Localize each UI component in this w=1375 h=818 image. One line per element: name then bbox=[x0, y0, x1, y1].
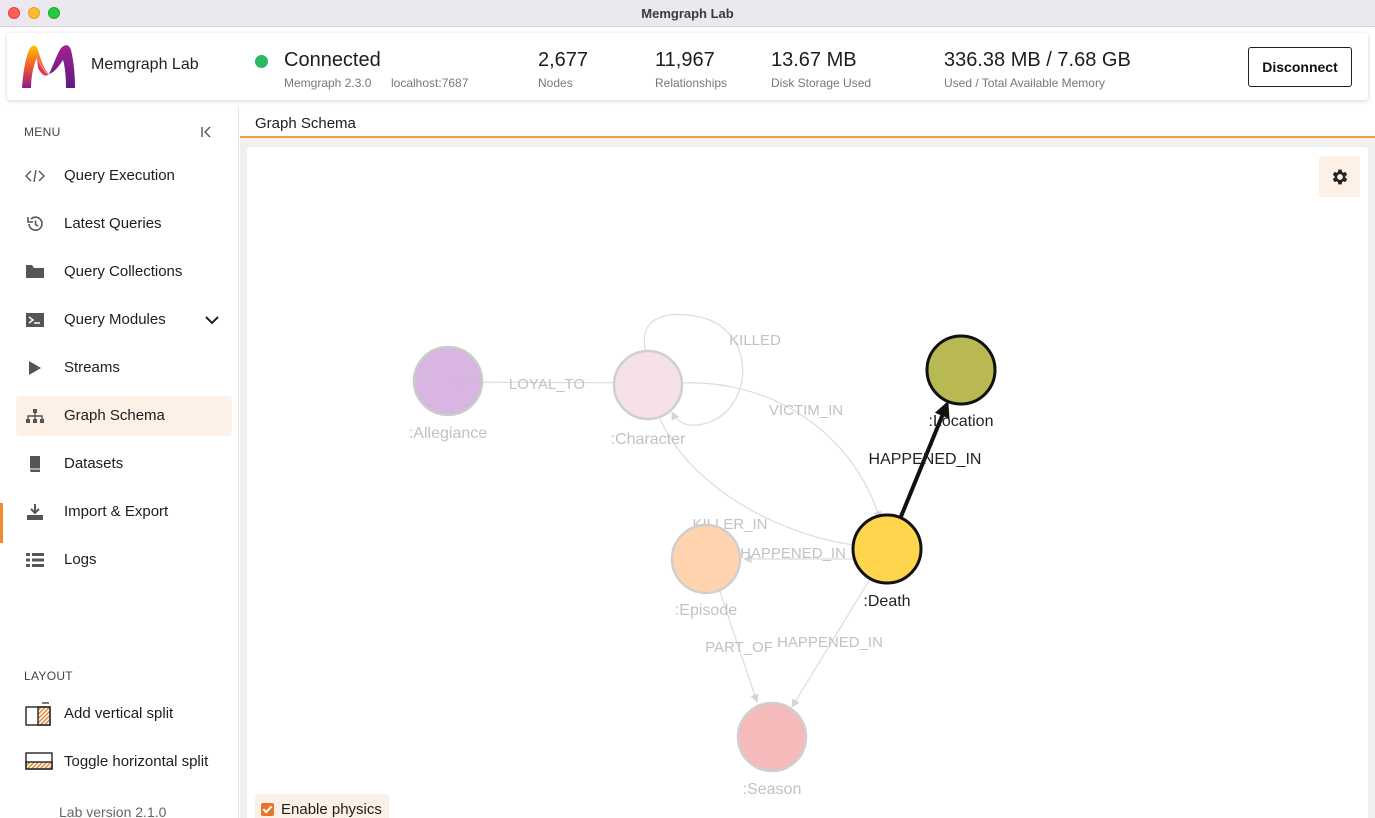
node-location[interactable]: :Location bbox=[925, 334, 997, 430]
node-label: :Location bbox=[929, 413, 994, 430]
node-label: :Season bbox=[743, 781, 802, 798]
main-area: Graph Schema LOYAL_TO KILLED VICTIM_IN K… bbox=[240, 107, 1375, 818]
memgraph-logo-icon bbox=[22, 45, 75, 88]
terminal-icon bbox=[24, 310, 46, 330]
sidebar-item-label: Streams bbox=[64, 359, 120, 376]
app-header: Memgraph Lab Connected Memgraph 2.3.0 lo… bbox=[7, 33, 1368, 100]
graph-settings-button[interactable] bbox=[1319, 156, 1360, 197]
edge-label: PART_OF bbox=[705, 639, 773, 656]
disk-storage-value: 13.67 MB bbox=[771, 49, 857, 71]
node-label: :Death bbox=[863, 593, 910, 610]
layout-section-label: LAYOUT bbox=[24, 669, 73, 683]
nodes-count: 2,677 bbox=[538, 49, 589, 71]
window-title: Memgraph Lab bbox=[641, 6, 734, 21]
nodes-label: Nodes bbox=[538, 76, 573, 90]
node-allegiance[interactable]: :Allegiance bbox=[409, 345, 487, 442]
sidebar-item-query-execution[interactable]: Query Execution bbox=[16, 156, 232, 196]
relationships-label: Relationships bbox=[655, 76, 728, 90]
edge-victim-in[interactable]: VICTIM_IN bbox=[681, 382, 882, 520]
edge-label: VICTIM_IN bbox=[769, 402, 843, 419]
node-label: :Character bbox=[611, 431, 686, 448]
edge-label: KILLED bbox=[729, 332, 781, 349]
sidebar-item-latest-queries[interactable]: Latest Queries bbox=[16, 204, 232, 244]
tab-graph-schema[interactable]: Graph Schema bbox=[255, 115, 356, 132]
download-icon bbox=[24, 502, 46, 522]
disconnect-button[interactable]: Disconnect bbox=[1248, 47, 1352, 87]
layout-item-label: Toggle horizontal split bbox=[64, 753, 209, 770]
horizontal-split-icon bbox=[24, 752, 54, 772]
play-icon bbox=[24, 358, 46, 378]
connection-status: Connected bbox=[284, 49, 381, 71]
list-icon bbox=[24, 550, 46, 570]
history-icon bbox=[24, 214, 46, 234]
sidebar-item-label: Latest Queries bbox=[64, 215, 162, 232]
disk-storage-label: Disk Storage Used bbox=[771, 76, 872, 90]
toggle-horizontal-split-button[interactable]: Toggle horizontal split bbox=[16, 742, 232, 782]
sidebar-item-logs[interactable]: Logs bbox=[16, 540, 232, 580]
code-icon bbox=[24, 166, 46, 186]
node-label: :Episode bbox=[675, 602, 737, 619]
sidebar-item-query-collections[interactable]: Query Collections bbox=[16, 252, 232, 292]
sidebar-item-label: Query Collections bbox=[64, 263, 183, 280]
node-season[interactable]: :Season bbox=[736, 701, 808, 798]
enable-physics-label: Enable physics bbox=[281, 800, 382, 818]
edge-happened-in-episode[interactable]: HAPPENED_IN bbox=[740, 545, 853, 564]
sitemap-icon bbox=[24, 406, 46, 426]
enable-physics-toggle[interactable]: Enable physics bbox=[255, 794, 389, 818]
relationships-count: 11,967 bbox=[655, 49, 715, 71]
node-death[interactable]: :Death bbox=[851, 513, 923, 610]
sidebar-item-query-modules[interactable]: Query Modules bbox=[16, 300, 232, 340]
app-name: Memgraph Lab bbox=[91, 56, 199, 73]
edge-label: HAPPENED_IN bbox=[740, 545, 846, 562]
connection-status-dot bbox=[255, 55, 268, 68]
active-item-indicator bbox=[0, 503, 3, 543]
sidebar-item-label: Query Modules bbox=[64, 311, 166, 328]
node-label: :Allegiance bbox=[409, 425, 487, 442]
folder-icon bbox=[24, 262, 46, 282]
graph-canvas[interactable]: LOYAL_TO KILLED VICTIM_IN KILLER_IN HAPP… bbox=[247, 147, 1368, 818]
edge-killer-in[interactable]: KILLER_IN bbox=[654, 404, 854, 546]
sidebar: MENU Query Execution Latest Queries Quer… bbox=[0, 107, 239, 818]
menu-section-label: MENU bbox=[24, 125, 61, 139]
sidebar-item-import-export[interactable]: Import & Export bbox=[16, 492, 232, 532]
book-icon bbox=[24, 454, 46, 474]
connection-host: localhost:7687 bbox=[391, 76, 469, 90]
node-episode[interactable]: :Episode bbox=[670, 523, 742, 619]
node-character[interactable]: :Character bbox=[611, 349, 686, 448]
sidebar-item-graph-schema[interactable]: Graph Schema bbox=[16, 396, 232, 436]
chevron-down-icon[interactable] bbox=[204, 312, 220, 328]
tab-bar: Graph Schema bbox=[240, 107, 1375, 138]
edge-label: HAPPENED_IN bbox=[869, 451, 982, 468]
gear-icon bbox=[1332, 169, 1347, 184]
sidebar-item-datasets[interactable]: Datasets bbox=[16, 444, 232, 484]
layout-item-label: Add vertical split bbox=[64, 705, 174, 722]
window-titlebar: Memgraph Lab bbox=[0, 0, 1375, 27]
memgraph-version: Memgraph 2.3.0 bbox=[284, 76, 372, 90]
sidebar-item-label: Datasets bbox=[64, 455, 124, 472]
add-vertical-split-button[interactable]: Add vertical split bbox=[16, 694, 232, 734]
sidebar-item-streams[interactable]: Streams bbox=[16, 348, 232, 388]
memory-label: Used / Total Available Memory bbox=[944, 76, 1105, 90]
sidebar-item-label: Query Execution bbox=[64, 167, 175, 184]
sidebar-item-label: Logs bbox=[64, 551, 97, 568]
edge-label: HAPPENED_IN bbox=[777, 634, 883, 651]
sidebar-item-label: Import & Export bbox=[64, 503, 169, 520]
vertical-split-icon bbox=[24, 702, 54, 726]
edge-label: LOYAL_TO bbox=[509, 376, 585, 393]
graph-schema-view[interactable]: LOYAL_TO KILLED VICTIM_IN KILLER_IN HAPP… bbox=[247, 147, 1368, 818]
memory-value: 336.38 MB / 7.68 GB bbox=[944, 49, 1131, 71]
sidebar-item-label: Graph Schema bbox=[64, 407, 165, 424]
lab-version: Lab version 2.1.0 bbox=[59, 804, 167, 818]
collapse-sidebar-icon[interactable] bbox=[198, 124, 214, 140]
enable-physics-checkbox[interactable] bbox=[261, 802, 274, 816]
